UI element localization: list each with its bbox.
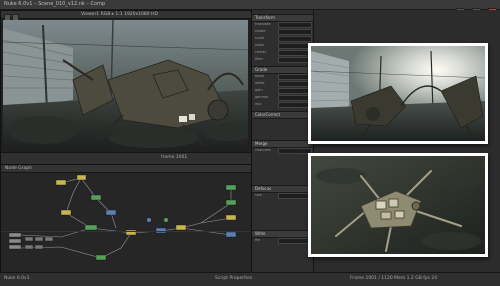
property-label: translate xyxy=(255,22,271,26)
property-field[interactable] xyxy=(278,193,312,199)
node-graph-canvas[interactable] xyxy=(1,173,251,273)
viewer-toolbar: Viewer1 RGB ▸ 1:1 1920x1080 HD xyxy=(1,11,251,21)
property-field[interactable] xyxy=(278,88,312,94)
node-graph-panel: Node Graph xyxy=(0,164,252,274)
window-title: Nuke 6.0v1 – Scene_010_v12.nk – Comp xyxy=(4,1,106,7)
property-field[interactable] xyxy=(278,43,312,49)
window-controls xyxy=(454,1,497,16)
property-field[interactable] xyxy=(278,95,312,101)
properties-section[interactable]: ColorCorrect xyxy=(252,111,314,119)
property-label: scale xyxy=(255,36,265,40)
status-right: Frame 1001 / 1120 Mem 1.2 GB fps 24 xyxy=(350,276,438,281)
still-image-closeup xyxy=(311,156,485,254)
property-label: skew xyxy=(255,43,264,47)
property-field[interactable] xyxy=(278,22,312,28)
property-label: file xyxy=(255,238,261,242)
still-frame-wide xyxy=(308,43,488,144)
property-field[interactable] xyxy=(278,102,312,108)
node-graph-title: Node Graph xyxy=(5,166,32,171)
properties-section[interactable]: Grade xyxy=(252,66,314,74)
status-left: Nuke 6.0v1 xyxy=(4,276,30,281)
property-field[interactable] xyxy=(278,57,312,63)
property-label: gain xyxy=(255,88,263,92)
still-image-wide xyxy=(311,46,485,141)
property-label: black xyxy=(255,74,265,78)
properties-section[interactable]: Defocus xyxy=(252,185,314,193)
property-label: rotate xyxy=(255,29,266,33)
property-field[interactable] xyxy=(278,50,312,56)
properties-section[interactable]: Write xyxy=(252,230,314,238)
property-field[interactable] xyxy=(278,238,312,244)
property-field[interactable] xyxy=(278,81,312,87)
properties-section[interactable]: Transform xyxy=(252,14,314,22)
property-label: filter xyxy=(255,57,264,61)
property-field[interactable] xyxy=(278,148,312,154)
property-label: channels xyxy=(255,148,271,152)
property-label: gamma xyxy=(255,95,269,99)
viewer-timeline[interactable]: frame 1001 xyxy=(1,152,251,164)
properties-panel: Transform translate rotate scale skew ce… xyxy=(251,10,314,272)
property-field[interactable] xyxy=(278,29,312,35)
property-label: center xyxy=(255,50,267,54)
property-label: white xyxy=(255,81,265,85)
viewer-info: Viewer1 RGB ▸ 1:1 1920x1080 HD xyxy=(81,12,158,17)
property-field[interactable] xyxy=(278,74,312,80)
viewer-image[interactable] xyxy=(3,20,248,150)
status-bar: Nuke 6.0v1 Script Properties Frame 1001 … xyxy=(0,272,500,286)
properties-section[interactable]: Merge xyxy=(252,140,314,148)
property-label: size xyxy=(255,193,262,197)
property-field[interactable] xyxy=(278,36,312,42)
status-center[interactable]: Script Properties xyxy=(215,273,252,285)
viewer-panel: Viewer1 RGB ▸ 1:1 1920x1080 HD frame 100… xyxy=(0,10,252,164)
property-label: mix xyxy=(255,102,262,106)
still-frame-closeup xyxy=(308,153,488,257)
node-graph-header: Node Graph xyxy=(1,165,251,173)
title-bar: Nuke 6.0v1 – Scene_010_v12.nk – Comp xyxy=(0,0,500,16)
frame-indicator: frame 1001 xyxy=(161,155,188,160)
